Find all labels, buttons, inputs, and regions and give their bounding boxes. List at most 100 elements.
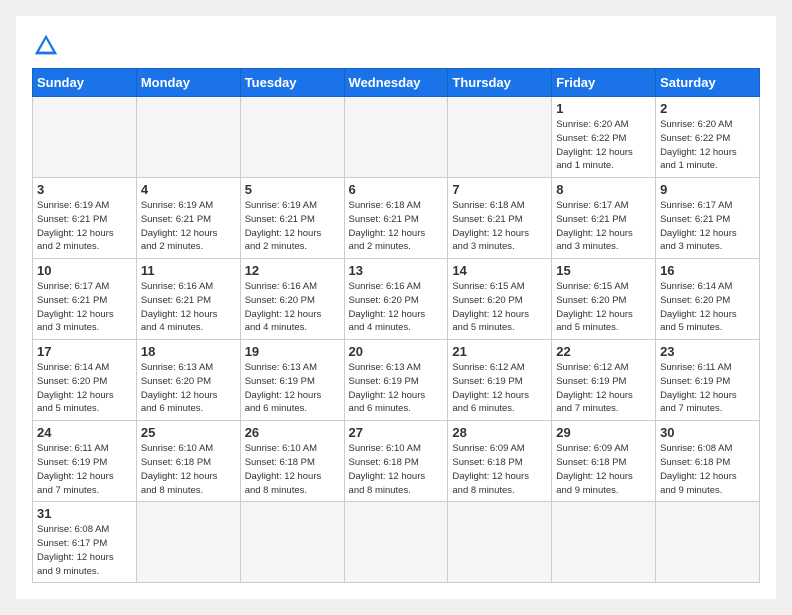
day-cell: 26 Sunrise: 6:10 AM Sunset: 6:18 PM Dayli… bbox=[240, 421, 344, 502]
day-number: 12 bbox=[245, 263, 340, 278]
day-cell bbox=[33, 97, 137, 178]
day-cell: 16 Sunrise: 6:14 AM Sunset: 6:20 PM Dayli… bbox=[656, 259, 760, 340]
day-info: Sunrise: 6:11 AM Sunset: 6:19 PM Dayligh… bbox=[37, 442, 132, 497]
day-number: 10 bbox=[37, 263, 132, 278]
day-number: 19 bbox=[245, 344, 340, 359]
day-info: Sunrise: 6:12 AM Sunset: 6:19 PM Dayligh… bbox=[556, 361, 651, 416]
header-row: SundayMondayTuesdayWednesdayThursdayFrid… bbox=[33, 69, 760, 97]
day-cell: 6 Sunrise: 6:18 AM Sunset: 6:21 PM Daylig… bbox=[344, 178, 448, 259]
day-cell: 25 Sunrise: 6:10 AM Sunset: 6:18 PM Dayli… bbox=[136, 421, 240, 502]
day-cell bbox=[448, 97, 552, 178]
day-info: Sunrise: 6:10 AM Sunset: 6:18 PM Dayligh… bbox=[245, 442, 340, 497]
day-number: 21 bbox=[452, 344, 547, 359]
day-info: Sunrise: 6:16 AM Sunset: 6:20 PM Dayligh… bbox=[245, 280, 340, 335]
calendar-body: 1 Sunrise: 6:20 AM Sunset: 6:22 PM Daylig… bbox=[33, 97, 760, 583]
calendar-table: SundayMondayTuesdayWednesdayThursdayFrid… bbox=[32, 68, 760, 583]
day-cell: 5Sunrise: 6:19 AM Sunset: 6:21 PM Daylig… bbox=[240, 178, 344, 259]
day-number: 1 bbox=[556, 101, 651, 116]
day-number: 5 bbox=[245, 182, 340, 197]
col-header-tuesday: Tuesday bbox=[240, 69, 344, 97]
col-header-sunday: Sunday bbox=[33, 69, 137, 97]
day-number: 24 bbox=[37, 425, 132, 440]
day-number: 8 bbox=[556, 182, 651, 197]
day-cell: 22 Sunrise: 6:12 AM Sunset: 6:19 PM Dayli… bbox=[552, 340, 656, 421]
day-number: 28 bbox=[452, 425, 547, 440]
day-cell: 8 Sunrise: 6:17 AM Sunset: 6:21 PM Daylig… bbox=[552, 178, 656, 259]
day-cell: 14Sunrise: 6:15 AM Sunset: 6:20 PM Dayli… bbox=[448, 259, 552, 340]
logo bbox=[32, 32, 64, 60]
day-cell bbox=[136, 502, 240, 583]
day-cell: 20 Sunrise: 6:13 AM Sunset: 6:19 PM Dayli… bbox=[344, 340, 448, 421]
day-info: Sunrise: 6:15 AM Sunset: 6:20 PM Dayligh… bbox=[556, 280, 651, 335]
day-cell: 10 Sunrise: 6:17 AM Sunset: 6:21 PM Dayli… bbox=[33, 259, 137, 340]
day-cell bbox=[448, 502, 552, 583]
day-cell: 9Sunrise: 6:17 AM Sunset: 6:21 PM Daylig… bbox=[656, 178, 760, 259]
day-info: Sunrise: 6:13 AM Sunset: 6:19 PM Dayligh… bbox=[349, 361, 444, 416]
day-cell: 17Sunrise: 6:14 AM Sunset: 6:20 PM Dayli… bbox=[33, 340, 137, 421]
day-cell bbox=[240, 502, 344, 583]
day-info: Sunrise: 6:11 AM Sunset: 6:19 PM Dayligh… bbox=[660, 361, 755, 416]
day-number: 15 bbox=[556, 263, 651, 278]
day-info: Sunrise: 6:17 AM Sunset: 6:21 PM Dayligh… bbox=[660, 199, 755, 254]
day-cell: 18Sunrise: 6:13 AM Sunset: 6:20 PM Dayli… bbox=[136, 340, 240, 421]
col-header-thursday: Thursday bbox=[448, 69, 552, 97]
day-info: Sunrise: 6:14 AM Sunset: 6:20 PM Dayligh… bbox=[37, 361, 132, 416]
day-cell: 24 Sunrise: 6:11 AM Sunset: 6:19 PM Dayli… bbox=[33, 421, 137, 502]
day-cell bbox=[656, 502, 760, 583]
day-cell: 23 Sunrise: 6:11 AM Sunset: 6:19 PM Dayli… bbox=[656, 340, 760, 421]
day-info: Sunrise: 6:18 AM Sunset: 6:21 PM Dayligh… bbox=[349, 199, 444, 254]
day-cell: 31Sunrise: 6:08 AM Sunset: 6:17 PM Dayli… bbox=[33, 502, 137, 583]
day-number: 20 bbox=[349, 344, 444, 359]
day-info: Sunrise: 6:13 AM Sunset: 6:19 PM Dayligh… bbox=[245, 361, 340, 416]
week-row-3: 10 Sunrise: 6:17 AM Sunset: 6:21 PM Dayli… bbox=[33, 259, 760, 340]
day-number: 13 bbox=[349, 263, 444, 278]
col-header-saturday: Saturday bbox=[656, 69, 760, 97]
day-cell: 12 Sunrise: 6:16 AM Sunset: 6:20 PM Dayli… bbox=[240, 259, 344, 340]
day-number: 4 bbox=[141, 182, 236, 197]
day-info: Sunrise: 6:20 AM Sunset: 6:22 PM Dayligh… bbox=[660, 118, 755, 173]
day-number: 31 bbox=[37, 506, 132, 521]
day-cell bbox=[136, 97, 240, 178]
day-number: 27 bbox=[349, 425, 444, 440]
day-cell: 11 Sunrise: 6:16 AM Sunset: 6:21 PM Dayli… bbox=[136, 259, 240, 340]
week-row-6: 31Sunrise: 6:08 AM Sunset: 6:17 PM Dayli… bbox=[33, 502, 760, 583]
day-info: Sunrise: 6:17 AM Sunset: 6:21 PM Dayligh… bbox=[556, 199, 651, 254]
day-cell: 21 Sunrise: 6:12 AM Sunset: 6:19 PM Dayli… bbox=[448, 340, 552, 421]
day-cell: 3Sunrise: 6:19 AM Sunset: 6:21 PM Daylig… bbox=[33, 178, 137, 259]
day-info: Sunrise: 6:14 AM Sunset: 6:20 PM Dayligh… bbox=[660, 280, 755, 335]
day-cell bbox=[344, 97, 448, 178]
day-info: Sunrise: 6:10 AM Sunset: 6:18 PM Dayligh… bbox=[141, 442, 236, 497]
day-number: 18 bbox=[141, 344, 236, 359]
day-number: 23 bbox=[660, 344, 755, 359]
day-number: 29 bbox=[556, 425, 651, 440]
day-cell: 2Sunrise: 6:20 AM Sunset: 6:22 PM Daylig… bbox=[656, 97, 760, 178]
day-cell: 15 Sunrise: 6:15 AM Sunset: 6:20 PM Dayli… bbox=[552, 259, 656, 340]
week-row-4: 17Sunrise: 6:14 AM Sunset: 6:20 PM Dayli… bbox=[33, 340, 760, 421]
day-number: 16 bbox=[660, 263, 755, 278]
day-number: 6 bbox=[349, 182, 444, 197]
day-info: Sunrise: 6:17 AM Sunset: 6:21 PM Dayligh… bbox=[37, 280, 132, 335]
day-info: Sunrise: 6:16 AM Sunset: 6:21 PM Dayligh… bbox=[141, 280, 236, 335]
day-cell: 29Sunrise: 6:09 AM Sunset: 6:18 PM Dayli… bbox=[552, 421, 656, 502]
day-number: 14 bbox=[452, 263, 547, 278]
day-cell bbox=[240, 97, 344, 178]
day-number: 25 bbox=[141, 425, 236, 440]
day-info: Sunrise: 6:12 AM Sunset: 6:19 PM Dayligh… bbox=[452, 361, 547, 416]
col-header-monday: Monday bbox=[136, 69, 240, 97]
day-cell: 7Sunrise: 6:18 AM Sunset: 6:21 PM Daylig… bbox=[448, 178, 552, 259]
day-cell bbox=[344, 502, 448, 583]
calendar-header: SundayMondayTuesdayWednesdayThursdayFrid… bbox=[33, 69, 760, 97]
day-cell: 28Sunrise: 6:09 AM Sunset: 6:18 PM Dayli… bbox=[448, 421, 552, 502]
day-number: 22 bbox=[556, 344, 651, 359]
day-info: Sunrise: 6:10 AM Sunset: 6:18 PM Dayligh… bbox=[349, 442, 444, 497]
day-info: Sunrise: 6:08 AM Sunset: 6:18 PM Dayligh… bbox=[660, 442, 755, 497]
day-number: 26 bbox=[245, 425, 340, 440]
col-header-friday: Friday bbox=[552, 69, 656, 97]
day-cell: 27 Sunrise: 6:10 AM Sunset: 6:18 PM Dayli… bbox=[344, 421, 448, 502]
day-cell: 30Sunrise: 6:08 AM Sunset: 6:18 PM Dayli… bbox=[656, 421, 760, 502]
day-cell: 1Sunrise: 6:20 AM Sunset: 6:22 PM Daylig… bbox=[552, 97, 656, 178]
day-number: 11 bbox=[141, 263, 236, 278]
day-cell: 4 Sunrise: 6:19 AM Sunset: 6:21 PM Daylig… bbox=[136, 178, 240, 259]
day-info: Sunrise: 6:19 AM Sunset: 6:21 PM Dayligh… bbox=[141, 199, 236, 254]
day-number: 3 bbox=[37, 182, 132, 197]
